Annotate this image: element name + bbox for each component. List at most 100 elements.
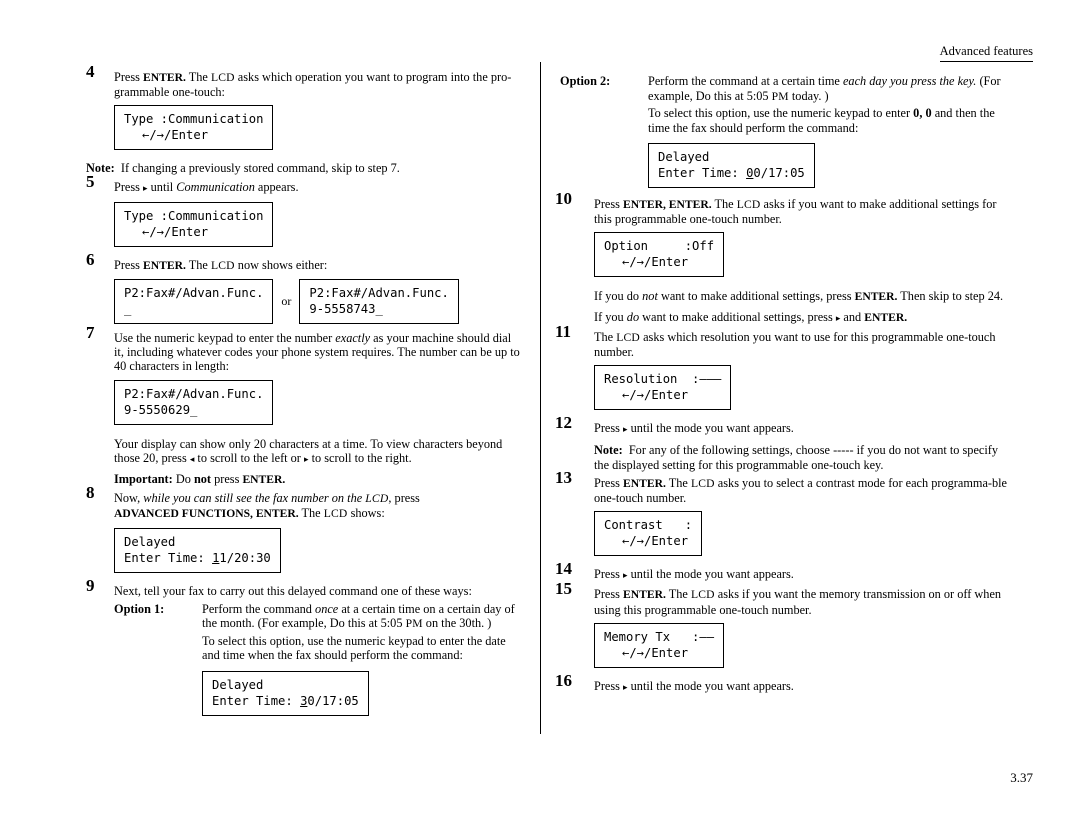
step-8-t3: The bbox=[298, 506, 324, 521]
step-4-t1: Press bbox=[114, 70, 144, 84]
lcd-line-2: _ bbox=[124, 302, 132, 317]
step-4-t2: The bbox=[185, 70, 211, 84]
step-10-after-1: If you do not want to make additional se… bbox=[594, 289, 1015, 304]
important-label: Important: bbox=[114, 472, 173, 487]
lcd-line-2: ←/→/Enter bbox=[622, 255, 689, 270]
option-1-t1: Perform the command bbox=[202, 601, 316, 616]
step-13: 13 Press ENTER. The LCD asks you to sele… bbox=[555, 469, 1015, 563]
lcd-line-1: Memory Tx :—— bbox=[604, 629, 715, 644]
step-16-t1: Press bbox=[594, 678, 624, 693]
step-14-t2: until the mode you want appears. bbox=[627, 567, 794, 582]
lcd-display-step5: Type :Communication ←/→/Enter bbox=[114, 201, 274, 247]
step-4: 4 Press ENTER. The LCD asks which operat… bbox=[86, 63, 524, 157]
lcd-display-step6-b: P2:Fax#/Advan.Func. 9-5558743_ bbox=[299, 279, 459, 325]
step-14-text: Press ▸ until the mode you want appears. bbox=[594, 567, 1015, 583]
lcd-display-step6-a: P2:Fax#/Advan.Func. _ bbox=[114, 279, 274, 325]
lcd-line-1: Contrast : bbox=[604, 518, 693, 533]
step-15-t2: The bbox=[665, 587, 691, 602]
step-6: 6 Press ENTER. The LCD now shows either:… bbox=[86, 251, 524, 325]
option-2-text2: To select this option, use the numeric k… bbox=[648, 106, 1015, 135]
lcd-line-1: Delayed bbox=[212, 677, 264, 692]
left-column: 4 Press ENTER. The LCD asks which operat… bbox=[86, 63, 524, 725]
step-5: 5 Press ▸ until Communication appears. T… bbox=[86, 172, 524, 254]
right-column: Option 2: Perform the command at a certa… bbox=[555, 70, 1015, 699]
step-14-t1: Press bbox=[594, 567, 624, 582]
step-4-lcd: LCD bbox=[210, 71, 235, 84]
lcd-display-step10: Option :Off ←/→/Enter bbox=[594, 232, 725, 278]
important-t2: press bbox=[211, 472, 243, 487]
lcd-line-2-pre: Enter Time: bbox=[212, 693, 301, 708]
lcd-display-step4: Type :Communication ←/→/Enter bbox=[114, 105, 274, 151]
step-8-adv: ADVANCED FUNCTIONS, ENTER. bbox=[114, 507, 299, 521]
step-13-number: 13 bbox=[555, 467, 572, 487]
lcd-line-2: ←/→/Enter bbox=[142, 128, 209, 143]
step-10-t1: Press bbox=[594, 197, 624, 211]
lcd-line-2: 9-5558743_ bbox=[309, 302, 383, 317]
step-10-b2: want to make additional settings, press bbox=[639, 309, 836, 324]
step-12-text: Press ▸ until the mode you want appears. bbox=[594, 421, 1015, 437]
note-2: Note: For any of the following settings,… bbox=[594, 443, 1015, 471]
step-11-lcd: LCD bbox=[616, 330, 640, 344]
step-15-number: 15 bbox=[555, 579, 572, 599]
lcd-line-2-post: 0/17:05 bbox=[307, 693, 359, 708]
step-10-text: Press ENTER, ENTER. The LCD asks if you … bbox=[594, 197, 1015, 226]
step-4-enter: ENTER. bbox=[143, 71, 186, 84]
option-1-pm: PM bbox=[405, 617, 423, 631]
step-7-italic: exactly bbox=[335, 331, 371, 346]
step-11-t1: The bbox=[594, 329, 617, 344]
step-5-t3: appears. bbox=[254, 179, 299, 194]
step-4-text: Press ENTER. The LCD asks which operatio… bbox=[114, 70, 524, 99]
lcd-line-2: Enter Time: 30/17:05 bbox=[212, 693, 359, 709]
step-13-enter: ENTER. bbox=[623, 476, 666, 490]
step-6-t1: Press bbox=[114, 257, 144, 272]
page-header: Advanced features bbox=[939, 44, 1033, 62]
option-1-label: Option 1: bbox=[114, 601, 165, 616]
option-2: Option 2: Perform the command at a certa… bbox=[560, 74, 1015, 195]
note-1-text: If changing a previously stored command,… bbox=[120, 161, 400, 176]
step-9: 9 Next, tell your fax to carry out this … bbox=[86, 577, 524, 598]
option-2-t1: Perform the command at a certain time bbox=[648, 74, 843, 88]
option-1-text: Perform the command once at a certain ti… bbox=[202, 602, 515, 631]
step-10-number: 10 bbox=[555, 189, 572, 208]
lcd-line-2: 9-5550629_ bbox=[124, 402, 198, 417]
step-6-enter: ENTER. bbox=[143, 258, 186, 272]
important-t1: Do bbox=[172, 472, 194, 487]
note-2-text: For any of the following settings, choos… bbox=[594, 443, 999, 472]
step-10-a-italic: not bbox=[642, 289, 658, 304]
step-15-lcd: LCD bbox=[690, 588, 715, 602]
step-8-number: 8 bbox=[86, 483, 95, 503]
lcd-line-2-post: 1/20:30 bbox=[219, 550, 271, 565]
step-11-t2: asks which resolution you want to use fo… bbox=[594, 329, 996, 360]
step-10-b1: If you bbox=[594, 309, 627, 324]
step-8-text: Now, while you can still see the fax num… bbox=[114, 491, 524, 521]
step-9-number: 9 bbox=[86, 575, 95, 595]
step-13-t1: Press bbox=[594, 475, 624, 490]
lcd-line-2: Enter Time: 11/20:30 bbox=[124, 550, 271, 566]
lcd-display-step11: Resolution :——— ←/→/Enter bbox=[594, 365, 732, 411]
lcd-line-1: Delayed bbox=[658, 150, 710, 164]
step-14: 14 Press ▸ until the mode you want appea… bbox=[555, 560, 1015, 583]
step-10-t2: The bbox=[711, 197, 737, 211]
note-2-label: Note: bbox=[594, 443, 623, 458]
step-13-lcd: LCD bbox=[690, 476, 715, 490]
option-1-text2: To select this option, use the numeric k… bbox=[202, 633, 506, 663]
step-13-t2: The bbox=[665, 475, 691, 490]
step-7: 7 Use the numeric keypad to enter the nu… bbox=[86, 324, 524, 487]
step-6-t3: now shows either: bbox=[234, 257, 328, 272]
lcd-display-step7: P2:Fax#/Advan.Func. 9-5550629_ bbox=[114, 379, 274, 425]
step-5-italic: Communication bbox=[176, 179, 255, 194]
step-10-a3: Then skip to step 24. bbox=[897, 289, 1004, 304]
step-8-lcd: LCD bbox=[323, 507, 348, 521]
step-7-text: Use the numeric keypad to enter the numb… bbox=[114, 331, 524, 374]
step-13-text: Press ENTER. The LCD asks you to select … bbox=[594, 476, 1015, 505]
option-2-bold: 0, 0 bbox=[913, 106, 932, 120]
lcd-line-1: P2:Fax#/Advan.Func. bbox=[124, 286, 264, 301]
option-2-t3: today. ) bbox=[788, 88, 829, 103]
step-10-enter: ENTER, ENTER. bbox=[623, 198, 712, 211]
step-11-number: 11 bbox=[555, 321, 572, 341]
lcd-line-1: Type :Communication bbox=[124, 208, 264, 223]
lcd-display-step13: Contrast : ←/→/Enter bbox=[594, 511, 703, 557]
step-7-a2: to scroll to the left or bbox=[194, 450, 304, 465]
step-16-number: 16 bbox=[555, 670, 572, 690]
or-label: or bbox=[281, 294, 292, 309]
